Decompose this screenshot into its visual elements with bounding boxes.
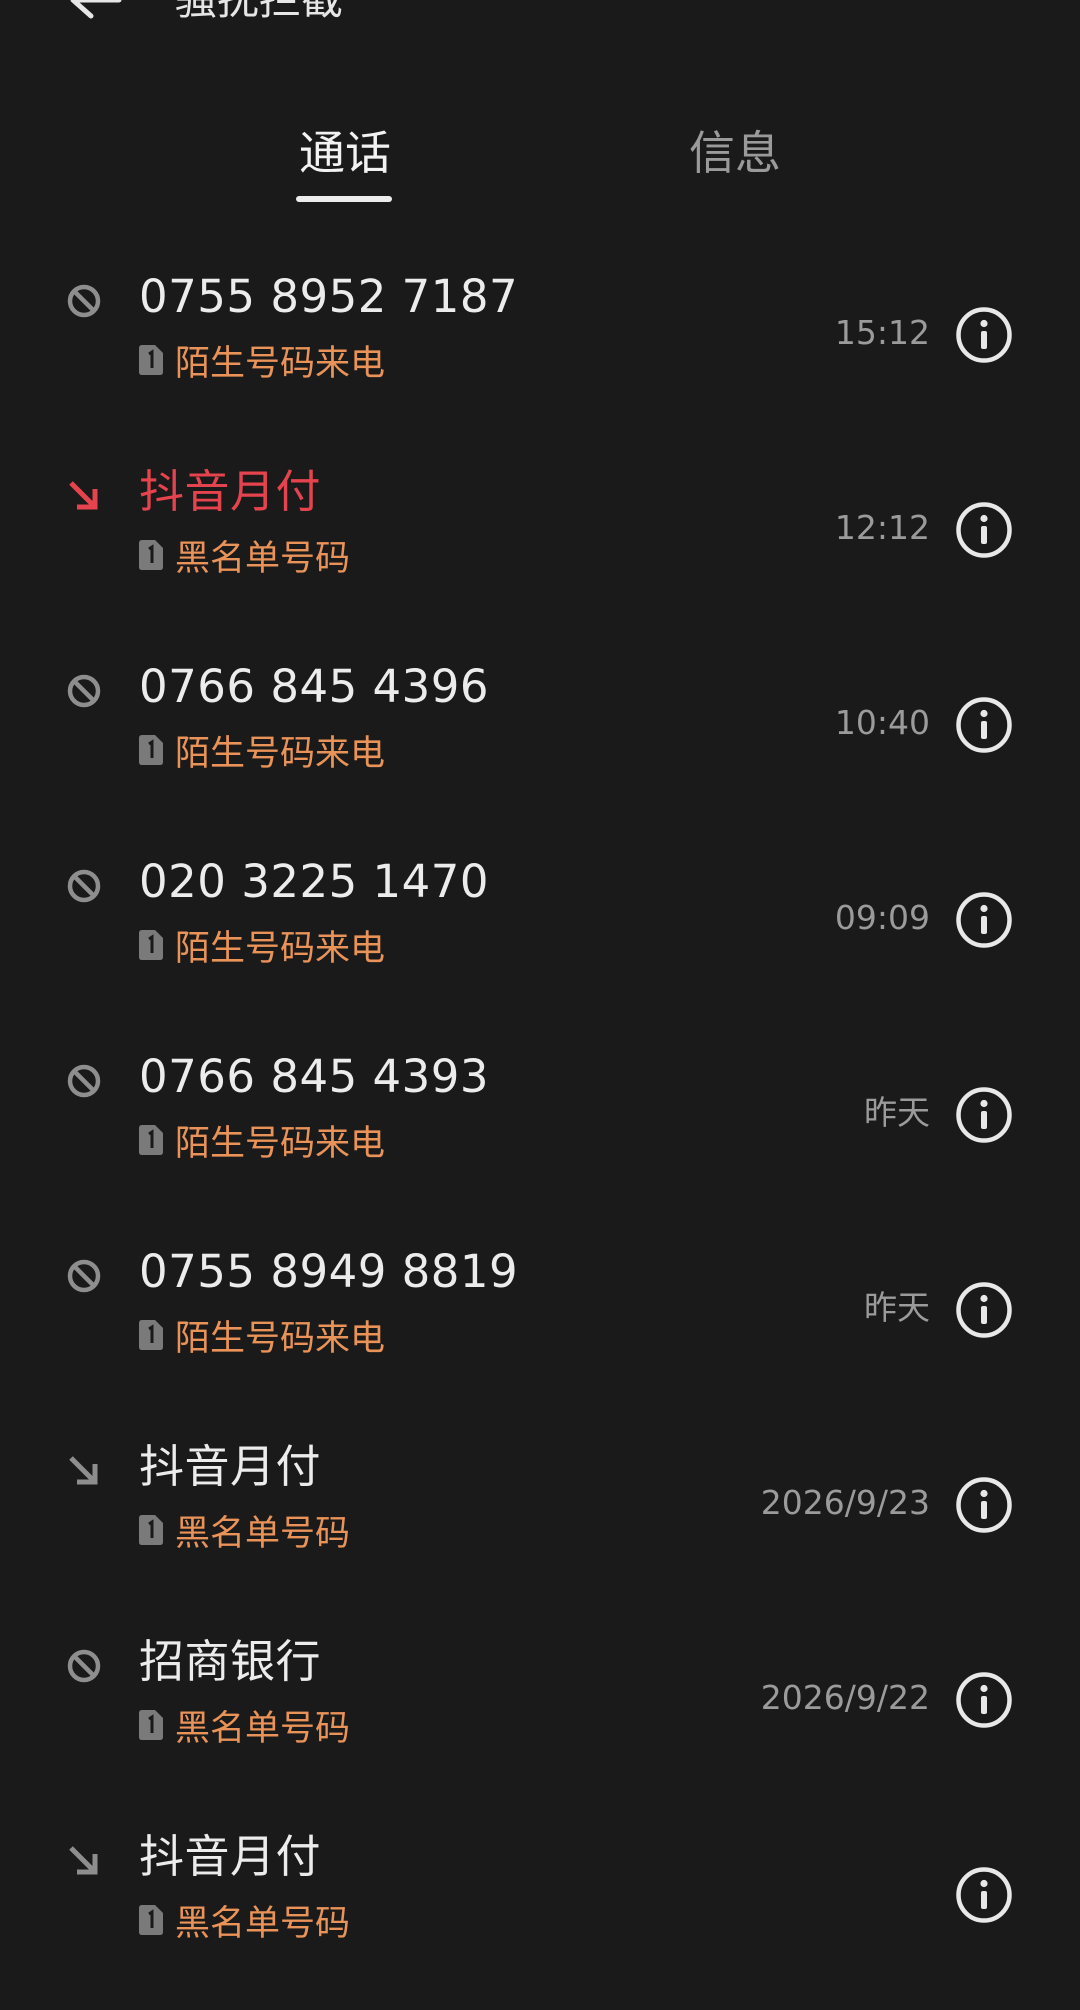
info-icon[interactable] — [955, 1866, 1013, 1924]
call-time: 12:12 — [834, 508, 930, 547]
sim-card-icon — [139, 345, 163, 375]
call-tag: 黑名单号码 — [139, 1507, 351, 1554]
caller-name: 0766 845 4393 — [139, 1050, 490, 1103]
call-tag-text: 黑名单号码 — [175, 1513, 351, 1554]
call-row[interactable]: 0755 8952 7187 陌生号码来电 15:12 — [0, 255, 1080, 450]
tab-messages[interactable]: 信息 — [635, 100, 835, 200]
call-tag-text: 黑名单号码 — [175, 1903, 351, 1944]
caller-name: 0755 8949 8819 — [139, 1245, 519, 1298]
call-row[interactable]: 0755 8949 8819 陌生号码来电 昨天 — [0, 1230, 1080, 1425]
sim-card-icon — [139, 1320, 163, 1350]
caller-name: 020 3225 1470 — [139, 855, 490, 908]
call-tag: 陌生号码来电 — [139, 1312, 386, 1359]
call-tag-text: 黑名单号码 — [175, 538, 351, 579]
blocked-icon — [67, 674, 101, 708]
call-tag-text: 陌生号码来电 — [175, 733, 386, 774]
blocked-icon — [67, 284, 101, 318]
call-tag: 陌生号码来电 — [139, 727, 386, 774]
call-tag: 陌生号码来电 — [139, 337, 386, 384]
call-tag-text: 陌生号码来电 — [175, 928, 386, 969]
sim-card-icon — [139, 1515, 163, 1545]
info-icon[interactable] — [955, 1281, 1013, 1339]
call-tag-text: 陌生号码来电 — [175, 343, 386, 384]
caller-name: 抖音月付 — [139, 1440, 322, 1493]
call-tag: 黑名单号码 — [139, 1897, 351, 1944]
call-tag-text: 陌生号码来电 — [175, 1318, 386, 1359]
sim-card-icon — [139, 540, 163, 570]
caller-name: 抖音月付 — [139, 465, 322, 518]
call-time: 昨天 — [864, 1093, 930, 1132]
caller-name: 抖音月付 — [139, 1830, 322, 1883]
blocked-icon — [67, 869, 101, 903]
caller-name: 招商银行 — [139, 1635, 322, 1688]
incoming-call-icon — [69, 1456, 98, 1485]
call-row[interactable]: 招商银行 黑名单号码 2026/9/22 — [0, 1620, 1080, 1815]
call-row[interactable]: 020 3225 1470 陌生号码来电 09:09 — [0, 840, 1080, 1035]
back-button[interactable] — [60, 0, 130, 30]
call-row[interactable]: 抖音月付 黑名单号码 2026/9/23 — [0, 1425, 1080, 1620]
sim-card-icon — [139, 1905, 163, 1935]
call-time: 10:40 — [834, 703, 930, 742]
incoming-call-icon — [69, 1846, 98, 1875]
more-options-button[interactable] — [960, 0, 1010, 30]
call-tag: 黑名单号码 — [139, 532, 351, 579]
call-time: 15:12 — [834, 313, 930, 352]
call-time: 昨天 — [864, 1288, 930, 1327]
info-icon[interactable] — [955, 696, 1013, 754]
page-title: 骚扰拦截 — [175, 0, 343, 30]
call-time: 2026/9/22 — [760, 1678, 930, 1717]
blocked-icon — [67, 1259, 101, 1293]
back-arrow-icon — [70, 0, 122, 19]
call-tag-text: 陌生号码来电 — [175, 1123, 386, 1164]
call-tag: 陌生号码来电 — [139, 922, 386, 969]
call-row[interactable]: 0766 845 4396 陌生号码来电 10:40 — [0, 645, 1080, 840]
call-tag-text: 黑名单号码 — [175, 1708, 351, 1749]
caller-name: 0766 845 4396 — [139, 660, 490, 713]
info-icon[interactable] — [955, 1086, 1013, 1144]
call-row[interactable]: 抖音月付 黑名单号码 — [0, 1815, 1080, 2010]
info-icon[interactable] — [955, 891, 1013, 949]
info-icon[interactable] — [955, 1671, 1013, 1729]
sim-card-icon — [139, 1125, 163, 1155]
more-vertical-icon — [978, 0, 992, 30]
call-row[interactable]: 抖音月付 黑名单号码 12:12 — [0, 450, 1080, 645]
sim-card-icon — [139, 1710, 163, 1740]
call-row[interactable]: 0766 845 4393 陌生号码来电 昨天 — [0, 1035, 1080, 1230]
tab-bar: 通话 信息 — [0, 100, 1080, 210]
top-app-bar: 骚扰拦截 — [0, 0, 1080, 40]
sim-card-icon — [139, 930, 163, 960]
sim-card-icon — [139, 735, 163, 765]
info-icon[interactable] — [955, 501, 1013, 559]
blocked-icon — [67, 1649, 101, 1683]
call-tag: 陌生号码来电 — [139, 1117, 386, 1164]
caller-name: 0755 8952 7187 — [139, 270, 519, 323]
tab-calls[interactable]: 通话 — [245, 100, 445, 200]
info-icon[interactable] — [955, 306, 1013, 364]
call-time: 09:09 — [834, 898, 930, 937]
incoming-call-icon — [69, 481, 98, 510]
blocked-icon — [67, 1064, 101, 1098]
blocked-call-list: 0755 8952 7187 陌生号码来电 15:12 抖音月付 黑名单号码 1… — [0, 255, 1080, 2010]
info-icon[interactable] — [955, 1476, 1013, 1534]
call-time: 2026/9/23 — [760, 1483, 930, 1522]
active-tab-indicator — [296, 196, 392, 202]
call-tag: 黑名单号码 — [139, 1702, 351, 1749]
